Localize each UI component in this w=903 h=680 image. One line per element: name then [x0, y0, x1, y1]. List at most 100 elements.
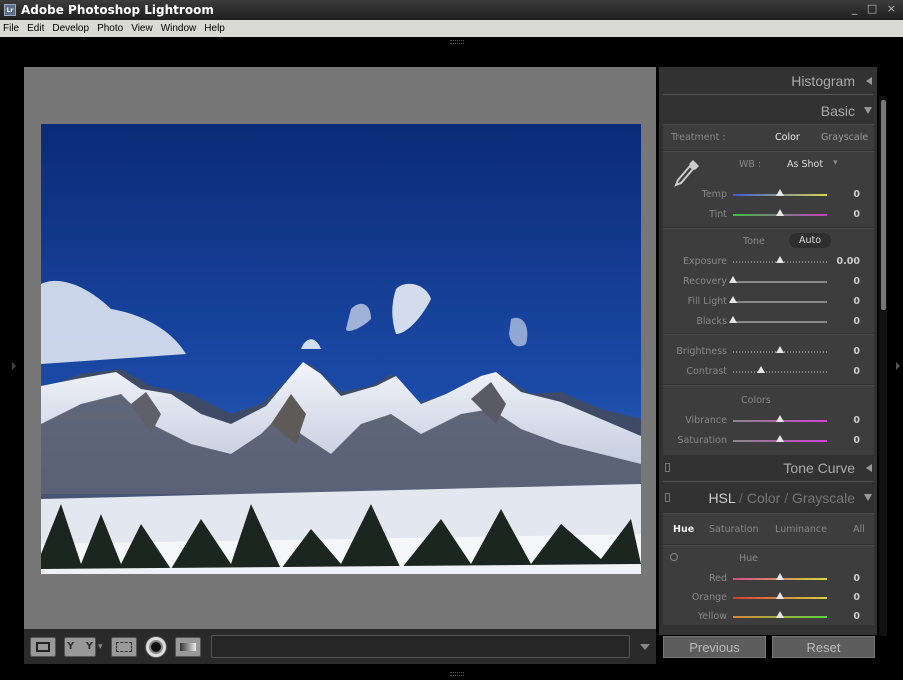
menu-develop[interactable]: Develop	[48, 23, 93, 34]
brightness-value[interactable]: 0	[853, 346, 860, 357]
before-after-button[interactable]: Y Y	[64, 636, 96, 657]
window-controls[interactable]: _ □ ×	[852, 2, 899, 15]
hsl-luminance-tab[interactable]: Luminance	[775, 524, 827, 535]
window-titlebar: Lr Adobe Photoshop Lightroom _ □ ×	[0, 0, 903, 20]
vibrance-slider[interactable]	[733, 415, 827, 422]
loupe-view-button[interactable]	[30, 636, 56, 657]
brightness-contrast-section: Brightness 0 Contrast 0	[663, 334, 874, 384]
tint-label: Tint	[709, 209, 727, 220]
saturation-slider[interactable]	[733, 435, 827, 442]
menu-view[interactable]: View	[127, 23, 157, 34]
blacks-slider[interactable]	[729, 316, 827, 323]
white-balance-section: WB : As Shot ▾ Temp 0 Tint 0	[663, 151, 874, 227]
vibrance-value[interactable]: 0	[853, 415, 860, 426]
previous-button[interactable]: Previous	[663, 636, 766, 658]
hsl-all-tab[interactable]: All	[853, 524, 865, 535]
slider-thumb[interactable]	[776, 435, 784, 442]
menu-file[interactable]: File	[0, 23, 23, 34]
right-panel-scrollbar-thumb[interactable]	[881, 100, 886, 310]
yellow-value[interactable]: 0	[853, 611, 860, 622]
color-tab[interactable]: Color	[747, 490, 780, 506]
slider-thumb[interactable]	[776, 573, 784, 580]
basic-panel-header[interactable]: Basic	[659, 103, 877, 119]
targeted-adjustment-icon[interactable]	[670, 553, 678, 561]
tone-curve-panel-header[interactable]: Tone Curve	[659, 460, 877, 476]
collapse-left-icon	[866, 77, 872, 85]
menu-edit[interactable]: Edit	[23, 23, 48, 34]
exposure-value[interactable]: 0.00	[837, 256, 860, 267]
hsl-hue-tab[interactable]: Hue	[673, 524, 694, 535]
slider-thumb[interactable]	[729, 316, 737, 323]
hsl-tab[interactable]: HSL	[708, 490, 735, 506]
left-panel-toggle-icon[interactable]	[12, 362, 16, 370]
toolbar-info-field[interactable]	[210, 635, 630, 658]
recovery-value[interactable]: 0	[853, 276, 860, 287]
tint-value[interactable]: 0	[853, 209, 860, 220]
slider-thumb[interactable]	[776, 189, 784, 196]
grayscale-tab[interactable]: Grayscale	[792, 490, 855, 506]
photo-preview[interactable]	[41, 124, 641, 574]
photo-canvas-area	[24, 67, 656, 629]
red-eye-tool-button[interactable]	[144, 635, 167, 658]
wb-value[interactable]: As Shot	[787, 159, 823, 170]
wb-eyedropper-icon[interactable]	[673, 158, 701, 188]
header-slash: /	[784, 490, 789, 506]
treatment-row: Treatment : Color Grayscale	[663, 124, 874, 150]
slider-thumb[interactable]	[729, 276, 737, 283]
red-value[interactable]: 0	[853, 573, 860, 584]
panel-switch-icon[interactable]	[665, 463, 670, 472]
loupe-view-icon	[36, 641, 50, 652]
orange-value[interactable]: 0	[853, 592, 860, 603]
tint-slider[interactable]	[733, 209, 827, 216]
contrast-value[interactable]: 0	[853, 366, 860, 377]
slider-thumb[interactable]	[776, 415, 784, 422]
crop-tool-button[interactable]	[110, 636, 137, 657]
contrast-slider[interactable]	[733, 366, 827, 373]
temp-slider[interactable]	[733, 189, 827, 196]
blacks-value[interactable]: 0	[853, 316, 860, 327]
before-after-dropdown-icon[interactable]: ▾	[98, 642, 103, 652]
histogram-panel-header[interactable]: Histogram	[659, 73, 877, 89]
saturation-value[interactable]: 0	[853, 435, 860, 446]
exposure-slider[interactable]	[733, 256, 827, 263]
red-hue-slider[interactable]	[733, 573, 827, 580]
hsl-saturation-tab[interactable]: Saturation	[709, 524, 759, 535]
wb-dropdown-icon[interactable]: ▾	[833, 158, 838, 168]
menu-help[interactable]: Help	[200, 23, 229, 34]
fill-light-slider[interactable]	[729, 296, 827, 303]
bottom-panel-grip[interactable]	[450, 672, 464, 676]
hsl-panel-header[interactable]: HSL / Color / Grayscale	[659, 490, 877, 506]
orange-hue-slider[interactable]	[733, 592, 827, 599]
wb-label: WB :	[739, 159, 762, 170]
crop-icon	[115, 641, 132, 652]
menu-window[interactable]: Window	[157, 23, 201, 34]
panel-switch-icon[interactable]	[665, 493, 670, 502]
menu-photo[interactable]: Photo	[93, 23, 127, 34]
slider-thumb[interactable]	[776, 592, 784, 599]
window-title: Adobe Photoshop Lightroom	[21, 3, 214, 17]
slider-thumb[interactable]	[776, 209, 784, 216]
slider-thumb[interactable]	[776, 611, 784, 618]
temp-value[interactable]: 0	[853, 189, 860, 200]
right-panel-toggle-icon[interactable]	[896, 362, 900, 370]
treatment-grayscale-option[interactable]: Grayscale	[821, 132, 868, 143]
header-slash: /	[739, 490, 743, 506]
recovery-slider[interactable]	[729, 276, 827, 283]
yellow-hue-slider[interactable]	[733, 611, 827, 618]
slider-thumb[interactable]	[729, 296, 737, 303]
reset-button[interactable]: Reset	[772, 636, 875, 658]
hsl-subtabs: Hue Saturation Luminance All	[663, 513, 874, 544]
brightness-label: Brightness	[676, 346, 727, 357]
fill-light-value[interactable]: 0	[853, 296, 860, 307]
mountain-photo-image	[41, 124, 641, 574]
auto-tone-button[interactable]: Auto	[789, 233, 832, 248]
treatment-color-option[interactable]: Color	[775, 132, 800, 143]
slider-thumb[interactable]	[757, 366, 766, 373]
slider-thumb[interactable]	[776, 256, 784, 263]
graduated-filter-button[interactable]	[174, 636, 201, 657]
slider-thumb[interactable]	[776, 346, 784, 353]
brightness-slider[interactable]	[733, 346, 827, 353]
contrast-label: Contrast	[686, 366, 727, 377]
top-panel-grip[interactable]	[450, 40, 464, 44]
toolbar-menu-chevron-icon[interactable]	[640, 643, 650, 650]
